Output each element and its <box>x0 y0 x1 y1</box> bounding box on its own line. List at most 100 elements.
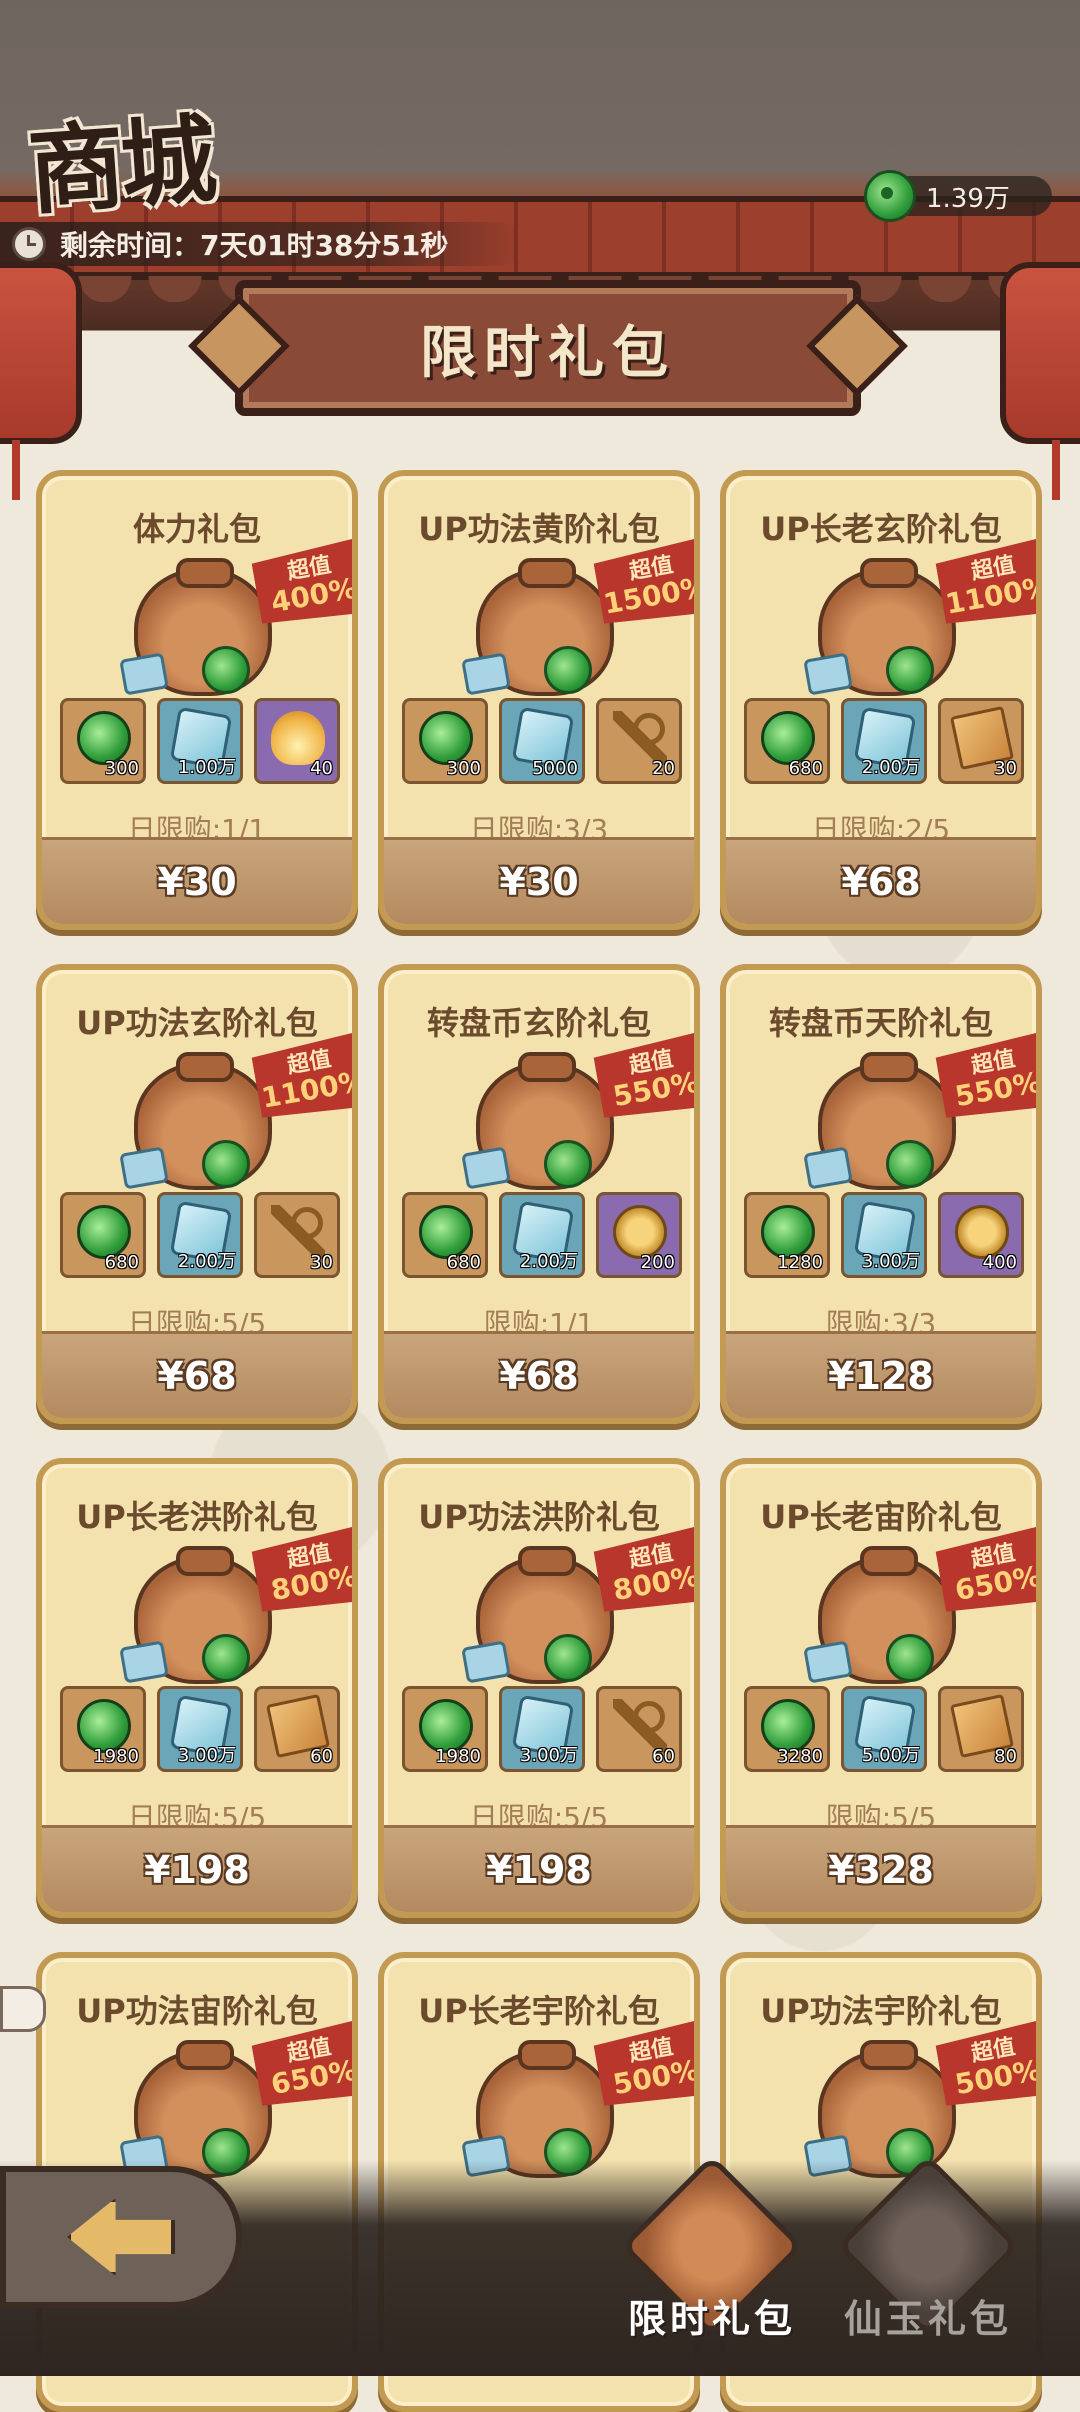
reward-items: 680 2.00万 30 <box>744 698 1024 790</box>
reward-item[interactable]: 1280 <box>744 1192 830 1278</box>
reward-item[interactable]: 300 <box>60 698 146 784</box>
tab-jade-gift[interactable]: 仙玉礼包 <box>828 2154 1028 2341</box>
crystal-icon <box>803 1146 853 1190</box>
item-count: 3.00万 <box>861 1251 920 1272</box>
jade-icon <box>544 646 592 694</box>
banner-title: 限时礼包 <box>420 320 676 386</box>
item-count: 40 <box>310 758 333 779</box>
buy-button[interactable]: ¥68 <box>42 1331 352 1418</box>
reward-item[interactable]: 2.00万 <box>157 1192 243 1278</box>
buy-button[interactable]: ¥198 <box>42 1825 352 1912</box>
buy-button[interactable]: ¥30 <box>42 837 352 924</box>
lantern-left <box>0 262 82 500</box>
item-count: 1280 <box>777 1252 823 1273</box>
gift-pack-card[interactable]: UP功法玄阶礼包 超值 1100% 680 2.00万 30 日限购:5/5 ¥… <box>36 964 358 1424</box>
reward-item[interactable]: 30 <box>938 698 1024 784</box>
gift-pack-card[interactable]: 体力礼包 超值 400% 300 1.00万 40 日限购:1/1 ¥30 <box>36 470 358 930</box>
gift-pack-card[interactable]: 转盘币天阶礼包 超值 550% 1280 3.00万 400 限购:3/3 ¥1… <box>720 964 1042 1424</box>
reward-item[interactable]: 680 <box>402 1192 488 1278</box>
value-badge: 超值 500% <box>934 2019 1042 2113</box>
reward-item[interactable]: 300 <box>402 698 488 784</box>
reward-item[interactable]: 1980 <box>402 1686 488 1772</box>
item-count: 2.00万 <box>519 1251 578 1272</box>
reward-item[interactable]: 680 <box>744 698 830 784</box>
reward-item[interactable]: 60 <box>254 1686 340 1772</box>
jade-icon <box>886 646 934 694</box>
jade-currency-display[interactable]: 1.39万 <box>864 170 1052 222</box>
timer-label: 剩余时间： <box>60 229 201 262</box>
buy-button[interactable]: ¥30 <box>384 837 694 924</box>
reward-item[interactable]: 60 <box>596 1686 682 1772</box>
buy-button[interactable]: ¥128 <box>726 1331 1036 1418</box>
jade-icon <box>419 711 473 765</box>
item-count: 80 <box>994 1746 1017 1767</box>
item-count: 300 <box>446 758 481 779</box>
buy-button[interactable]: ¥68 <box>726 837 1036 924</box>
buy-button[interactable]: ¥68 <box>384 1331 694 1418</box>
chat-icon[interactable] <box>0 1986 46 2032</box>
jade-icon <box>886 1140 934 1188</box>
jade-icon <box>202 1634 250 1682</box>
pack-name: UP功法黄阶礼包 <box>418 510 660 548</box>
gift-pack-card[interactable]: 转盘币玄阶礼包 超值 550% 680 2.00万 200 限购:1/1 ¥68 <box>378 964 700 1424</box>
back-arrow-icon <box>67 2198 175 2276</box>
value-badge: 超值 400% <box>250 537 358 631</box>
gift-pack-grid: 体力礼包 超值 400% 300 1.00万 40 日限购:1/1 ¥30 UP… <box>36 470 1046 2412</box>
reward-item[interactable]: 3.00万 <box>157 1686 243 1772</box>
reward-item[interactable]: 3.00万 <box>499 1686 585 1772</box>
reward-item[interactable]: 40 <box>254 698 340 784</box>
item-count: 200 <box>640 1252 675 1273</box>
price-label: ¥30 <box>499 860 579 904</box>
price-label: ¥328 <box>828 1848 934 1892</box>
reward-item[interactable]: 20 <box>596 698 682 784</box>
reward-item[interactable]: 80 <box>938 1686 1024 1772</box>
item-count: 5.00万 <box>861 1745 920 1766</box>
reward-item[interactable]: 1.00万 <box>157 698 243 784</box>
reward-item[interactable]: 400 <box>938 1192 1024 1278</box>
gift-pack-card[interactable]: UP长老宙阶礼包 超值 650% 3280 5.00万 80 限购:5/5 ¥3… <box>720 1458 1042 1918</box>
reward-item[interactable]: 200 <box>596 1192 682 1278</box>
reward-items: 1980 3.00万 60 <box>402 1686 682 1778</box>
value-badge: 超值 800% <box>592 1525 700 1619</box>
reward-items: 3280 5.00万 80 <box>744 1686 1024 1778</box>
item-count: 1980 <box>435 1746 481 1767</box>
item-count: 400 <box>982 1252 1017 1273</box>
pack-name: UP长老洪阶礼包 <box>76 1498 318 1536</box>
reward-item[interactable]: 5000 <box>499 698 585 784</box>
buy-button[interactable]: ¥198 <box>384 1825 694 1912</box>
jade-icon <box>886 1634 934 1682</box>
jade-icon <box>77 1699 131 1753</box>
item-count: 3.00万 <box>177 1745 236 1766</box>
gift-pack-card[interactable]: UP长老玄阶礼包 超值 1100% 680 2.00万 30 日限购:2/5 ¥… <box>720 470 1042 930</box>
badge-percent: 500% <box>610 2053 700 2102</box>
tab-limited-gift[interactable]: 限时礼包 <box>612 2154 812 2341</box>
reward-item[interactable]: 3.00万 <box>841 1192 927 1278</box>
reward-item[interactable]: 5.00万 <box>841 1686 927 1772</box>
reward-item[interactable]: 1980 <box>60 1686 146 1772</box>
pack-name: 转盘币玄阶礼包 <box>426 1004 651 1042</box>
crystal-icon <box>119 1640 169 1684</box>
key-icon <box>613 711 667 765</box>
reward-item[interactable]: 30 <box>254 1192 340 1278</box>
value-badge: 超值 650% <box>250 2019 358 2113</box>
reward-items: 300 1.00万 40 <box>60 698 340 790</box>
back-button[interactable] <box>0 2166 242 2308</box>
reward-item[interactable]: 680 <box>60 1192 146 1278</box>
badge-percent: 1500% <box>600 569 700 621</box>
jade-icon <box>419 1205 473 1259</box>
buy-button[interactable]: ¥328 <box>726 1825 1036 1912</box>
reward-item[interactable]: 2.00万 <box>841 698 927 784</box>
reward-item[interactable]: 2.00万 <box>499 1192 585 1278</box>
gift-pack-card[interactable]: UP功法洪阶礼包 超值 800% 1980 3.00万 60 日限购:5/5 ¥… <box>378 1458 700 1918</box>
reward-item[interactable]: 3280 <box>744 1686 830 1772</box>
value-badge: 超值 800% <box>250 1525 358 1619</box>
item-count: 5000 <box>532 758 578 779</box>
item-count: 30 <box>994 758 1017 779</box>
badge-percent: 650% <box>952 1559 1042 1608</box>
item-count: 2.00万 <box>177 1251 236 1272</box>
gift-pack-card[interactable]: UP长老洪阶礼包 超值 800% 1980 3.00万 60 日限购:5/5 ¥… <box>36 1458 358 1918</box>
gift-pack-card[interactable]: UP功法黄阶礼包 超值 1500% 300 5000 20 日限购:3/3 ¥3… <box>378 470 700 930</box>
badge-percent: 650% <box>268 2053 358 2102</box>
jade-icon <box>544 1634 592 1682</box>
item-count: 3280 <box>777 1746 823 1767</box>
